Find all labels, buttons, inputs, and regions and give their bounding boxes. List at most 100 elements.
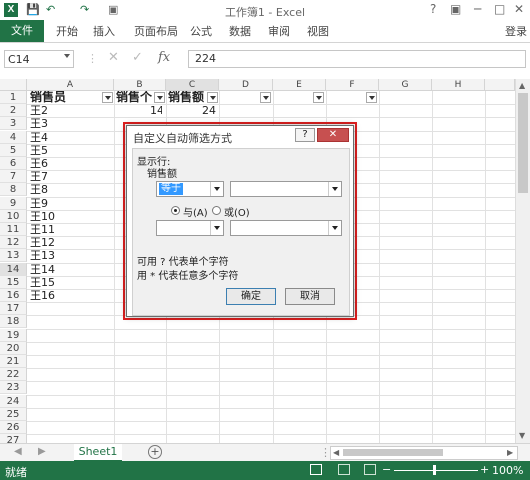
scroll-down-icon[interactable]: ▼ — [519, 431, 525, 440]
cell-b2[interactable]: 14 — [150, 104, 162, 117]
dialog-close-button[interactable]: ✕ — [317, 128, 349, 142]
name-cell[interactable]: 王9 — [30, 197, 48, 210]
column-header-e[interactable]: E — [273, 79, 326, 91]
prev-sheet-icon[interactable]: ◀ — [14, 446, 22, 457]
row-header[interactable]: 6 — [0, 157, 27, 170]
next-sheet-icon[interactable]: ▶ — [38, 446, 46, 457]
zoom-slider[interactable] — [394, 470, 478, 471]
header-salesperson[interactable]: 销售员 — [30, 91, 66, 104]
chevron-down-icon[interactable] — [328, 182, 341, 196]
name-cell[interactable]: 王2 — [30, 104, 48, 117]
row-header[interactable]: 4 — [0, 130, 27, 144]
row-header[interactable]: 24 — [0, 394, 27, 408]
value1-combo[interactable] — [230, 181, 342, 197]
close-icon[interactable]: ✕ — [514, 2, 524, 16]
vertical-scrollbar[interactable]: ▲ ▼ — [515, 79, 530, 443]
row-header[interactable]: 16 — [0, 289, 27, 302]
add-sheet-button[interactable]: + — [148, 445, 162, 459]
or-label[interactable]: 或(O) — [224, 204, 250, 219]
row-header[interactable]: 5 — [0, 143, 27, 157]
operator1-select[interactable]: 等于 — [156, 181, 224, 197]
row-header[interactable]: 27 — [0, 434, 27, 443]
name-box[interactable]: C14 — [4, 50, 74, 68]
formula-input[interactable]: 224 — [188, 50, 526, 68]
row-header[interactable]: 13 — [0, 249, 27, 263]
row-header[interactable]: 7 — [0, 170, 27, 184]
tab-home[interactable]: 开始 — [56, 23, 78, 39]
page-break-view-icon[interactable] — [364, 464, 376, 475]
name-cell[interactable]: 王3 — [30, 117, 48, 130]
column-header-f[interactable]: F — [326, 79, 379, 91]
scroll-left-icon[interactable]: ◀ — [333, 448, 339, 457]
row-header[interactable]: 18 — [0, 315, 27, 329]
row-header[interactable]: 23 — [0, 381, 27, 395]
column-header-c[interactable]: C — [166, 79, 219, 91]
tab-file[interactable]: 文件 — [0, 20, 44, 42]
enter-icon[interactable]: ✓ — [132, 50, 143, 65]
zoom-in-icon[interactable]: + — [480, 463, 489, 476]
row-header[interactable]: 22 — [0, 368, 27, 382]
horizontal-scrollbar[interactable]: ◀ ▶ — [330, 446, 518, 460]
chevron-down-icon[interactable] — [328, 221, 341, 235]
and-radio[interactable] — [171, 206, 180, 215]
row-header[interactable]: 12 — [0, 236, 27, 250]
row-header[interactable]: 15 — [0, 275, 27, 289]
row-header[interactable]: 19 — [0, 328, 27, 342]
row-header[interactable]: 11 — [0, 223, 27, 236]
tab-review[interactable]: 审阅 — [268, 23, 290, 39]
row-header[interactable]: 17 — [0, 302, 27, 316]
zoom-level[interactable]: 100% — [492, 464, 523, 477]
and-label[interactable]: 与(A) — [183, 204, 208, 219]
name-cell[interactable]: 王8 — [30, 183, 48, 196]
name-cell[interactable]: 王14 — [30, 263, 55, 276]
name-cell[interactable]: 王15 — [30, 276, 55, 289]
zoom-slider-thumb[interactable] — [433, 465, 436, 475]
row-header[interactable]: 21 — [0, 355, 27, 368]
header-sales-amount[interactable]: 销售额 — [168, 91, 204, 104]
select-all-corner[interactable] — [0, 79, 27, 91]
filter-dropdown-c[interactable] — [207, 92, 218, 103]
name-cell[interactable]: 王7 — [30, 170, 48, 183]
tab-data[interactable]: 数据 — [229, 23, 251, 39]
zoom-out-icon[interactable]: − — [382, 463, 391, 476]
name-cell[interactable]: 王12 — [30, 236, 55, 249]
sheet-tab-sheet1[interactable]: Sheet1 — [74, 444, 122, 462]
name-cell[interactable]: 王11 — [30, 223, 55, 236]
row-header[interactable]: 8 — [0, 183, 27, 197]
tab-page-layout[interactable]: 页面布局 — [134, 23, 178, 39]
row-header[interactable]: 3 — [0, 117, 27, 131]
row-header[interactable]: 25 — [0, 407, 27, 421]
filter-dropdown-f[interactable] — [366, 92, 377, 103]
normal-view-icon[interactable] — [310, 464, 322, 475]
row-header[interactable]: 2 — [0, 104, 27, 118]
cancel-button[interactable]: 取消 — [285, 288, 335, 305]
column-header-b[interactable]: B — [114, 79, 166, 91]
name-cell[interactable]: 王10 — [30, 210, 55, 223]
maximize-icon[interactable]: □ — [494, 2, 505, 16]
column-header-d[interactable]: D — [219, 79, 273, 91]
name-box-dropdown-icon[interactable] — [64, 54, 70, 58]
filter-dropdown-d[interactable] — [260, 92, 271, 103]
insert-function-icon[interactable]: fx — [158, 50, 170, 65]
scroll-thumb[interactable] — [518, 93, 528, 193]
column-header-i[interactable] — [485, 79, 515, 91]
column-header-a[interactable]: A — [27, 79, 114, 91]
help-icon[interactable]: ? — [430, 2, 436, 16]
row-header[interactable]: 20 — [0, 341, 27, 355]
header-sales-count[interactable]: 销售个 — [116, 91, 156, 104]
or-radio[interactable] — [212, 206, 221, 215]
column-header-h[interactable]: H — [432, 79, 485, 91]
cancel-icon[interactable]: ✕ — [108, 50, 119, 65]
scroll-up-icon[interactable]: ▲ — [519, 81, 525, 90]
cell-c2[interactable]: 24 — [202, 104, 216, 117]
value2-combo[interactable] — [230, 220, 342, 236]
ok-button[interactable]: 确定 — [226, 288, 276, 305]
scroll-right-icon[interactable]: ▶ — [507, 448, 513, 457]
name-cell[interactable]: 王5 — [30, 144, 48, 157]
dialog-help-button[interactable]: ? — [295, 128, 315, 142]
row-header[interactable]: 10 — [0, 209, 27, 223]
tab-view[interactable]: 视图 — [307, 23, 329, 39]
tab-formulas[interactable]: 公式 — [190, 23, 212, 39]
operator2-select[interactable] — [156, 220, 224, 236]
name-cell[interactable]: 王16 — [30, 289, 55, 302]
